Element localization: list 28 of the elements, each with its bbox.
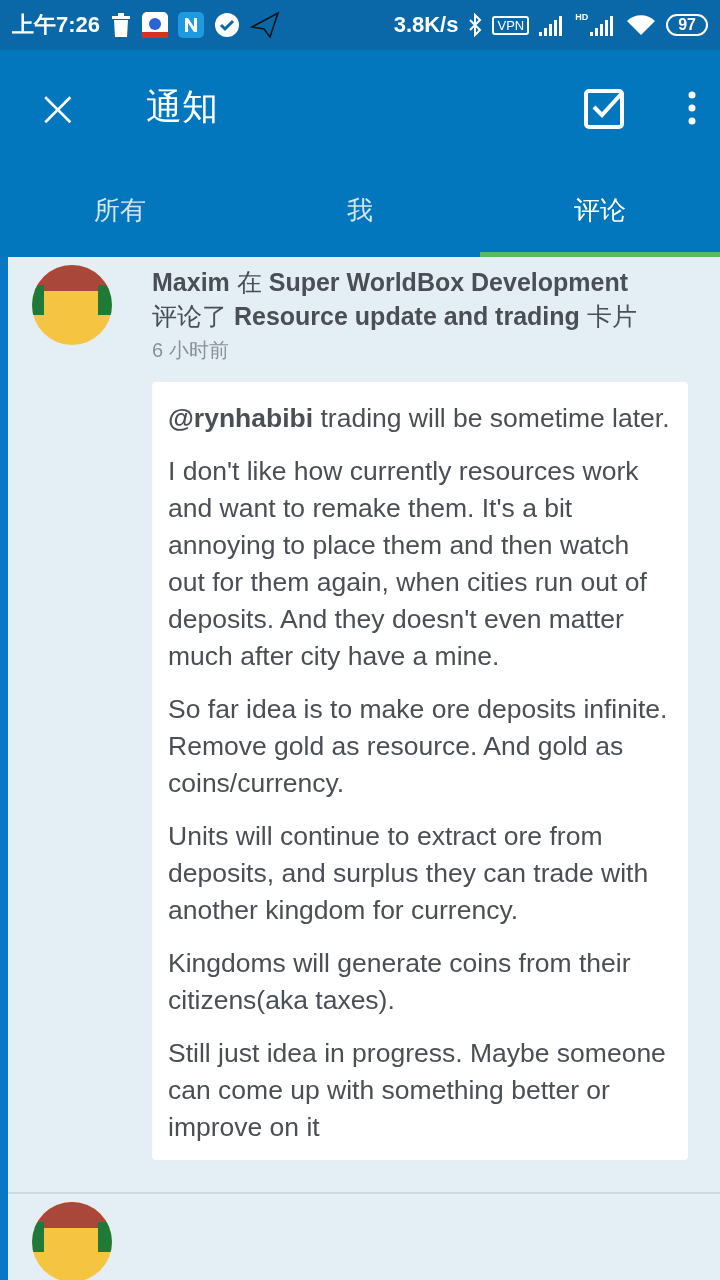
comment-paragraph: I don't like how currently resources work and want to remake them. It's a bit annoying to place them and then watch out for them again, when cities run out of deposits. And they doesn't even matter much after city have a mine. bbox=[168, 455, 648, 673]
app-icon bbox=[178, 12, 205, 38]
bluetooth-icon bbox=[468, 13, 483, 37]
page-title: 通知 bbox=[146, 85, 218, 129]
comment-paragraph: So far idea is to make ore deposits infinite. Remove gold as resource. And gold as coins/currency. bbox=[168, 693, 669, 800]
notification-text: Maxim 在 Super WorldBox Development bbox=[152, 267, 630, 298]
timestamp: 6 小时前 bbox=[152, 338, 230, 363]
clock: 上午7:26 bbox=[12, 11, 101, 39]
comment-paragraph: Still just idea in progress. Maybe someone can come up with something better or improve on it bbox=[168, 1037, 667, 1144]
trash-icon bbox=[110, 12, 133, 38]
vpn-badge: VPN bbox=[492, 15, 530, 35]
close-button[interactable]: × bbox=[36, 81, 76, 134]
notification-text: 评论了 Resource update and trading 卡片 bbox=[152, 301, 638, 332]
tab[interactable]: 我 bbox=[240, 165, 480, 257]
check-box-icon[interactable] bbox=[584, 86, 626, 129]
paper-plane-icon bbox=[250, 11, 281, 39]
battery-level: 97 bbox=[666, 14, 708, 36]
comment-paragraph: Kingdoms will generate coins from their citizens(aka taxes). bbox=[168, 947, 632, 1017]
tab[interactable]: 所有 bbox=[0, 165, 240, 257]
more-icon[interactable] bbox=[688, 90, 696, 125]
hd-label: HD bbox=[575, 12, 589, 22]
network-speed: 3.8K/s bbox=[393, 12, 459, 38]
comment-paragraph: @rynhabibi trading will be sometime later. bbox=[168, 402, 671, 435]
tab[interactable]: 评论 bbox=[480, 165, 720, 257]
check-circle-icon bbox=[214, 12, 241, 38]
app-icon bbox=[142, 12, 169, 38]
comment-paragraph: Units will continue to extract ore from deposits, and surplus they can trade with another kingdom for currency. bbox=[168, 820, 650, 927]
wifi-icon bbox=[626, 14, 657, 36]
